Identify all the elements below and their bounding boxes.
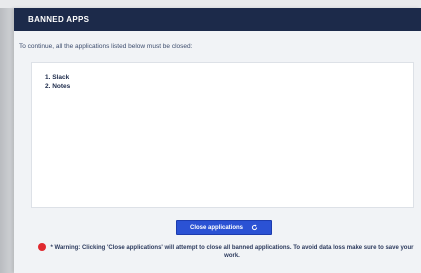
warning-dot-icon [38, 243, 46, 251]
dialog-body: To continue, all the applications listed… [14, 31, 421, 273]
banned-apps-list-box: 1. Slack 2. Notes [31, 62, 414, 208]
refresh-icon [251, 224, 258, 231]
list-item: 1. Slack [45, 74, 70, 81]
close-applications-button[interactable]: Close applications [176, 220, 272, 235]
instruction-text: To continue, all the applications listed… [19, 43, 193, 50]
banned-apps-list: 1. Slack 2. Notes [45, 73, 70, 91]
list-item: 2. Notes [45, 83, 71, 90]
dialog-title: BANNED APPS [28, 15, 90, 24]
close-applications-label: Close applications [189, 224, 243, 231]
warning-text: * Warning: Clicking 'Close applications'… [50, 245, 414, 259]
background-window-strip [0, 0, 421, 8]
dialog-title-bar: BANNED APPS [14, 8, 421, 31]
banned-apps-dialog: BANNED APPS To continue, all the applica… [14, 8, 421, 273]
